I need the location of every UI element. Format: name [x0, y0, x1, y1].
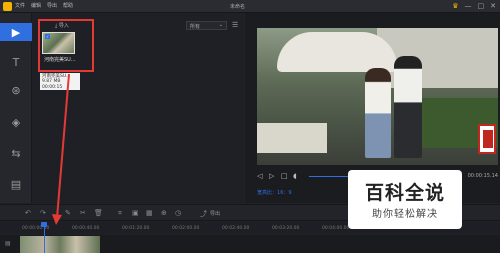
video-person-woman [365, 68, 391, 158]
playhead-handle[interactable] [41, 222, 47, 227]
delete-icon[interactable]: 🗑 [94, 209, 103, 217]
tick-label: 00:02:40.00 [222, 226, 250, 231]
left-toolbar: ▶ T ⊛ ◈ ⇆ ▤ [0, 13, 32, 203]
filter-dropdown[interactable]: 所有 ⌄ [186, 21, 227, 30]
video-table [257, 123, 327, 153]
overlay-icon[interactable]: ◈ [6, 113, 26, 131]
stop-icon[interactable]: □ [281, 172, 288, 180]
export-icon[interactable]: ⤴ [200, 209, 207, 219]
element-icon[interactable]: ▤ [6, 175, 26, 193]
app-window: 文件 编辑 导出 帮助 未命名 ♛ — □ ✕ ▶ T ⊛ ◈ ⇆ ▤ ⤓ 导入… [0, 0, 500, 253]
annotation-highlight-box [38, 19, 94, 72]
media-icon[interactable]: ▶ [0, 23, 32, 41]
close-button[interactable]: ✕ [490, 1, 496, 11]
tooltip-duration: 00:00:15 [42, 84, 63, 90]
mosaic-icon[interactable]: ▦ [146, 209, 153, 217]
split-icon[interactable]: ✂ [80, 209, 86, 217]
menu-bar: 文件 编辑 导出 帮助 [15, 2, 73, 9]
watermark-subtitle: 助你轻松解决 [372, 209, 438, 220]
video-preview [257, 28, 498, 165]
filter-value: 所有 [190, 24, 201, 30]
film-icon: ▤ [5, 240, 11, 247]
watermark-badge: 百科全说 助你轻松解决 [348, 170, 462, 229]
zoom-icon[interactable]: ⊕ [161, 209, 167, 217]
export-label[interactable]: 导出 [210, 210, 220, 217]
redo-icon[interactable]: ↷ [40, 209, 46, 217]
tick-label: 00:04:00.00 [322, 226, 350, 231]
tick-label: 00:02:00.00 [172, 226, 200, 231]
menu-help[interactable]: 帮助 [63, 2, 73, 9]
transition-icon[interactable]: ⇆ [6, 144, 26, 162]
play-icon[interactable]: ▷ [269, 172, 274, 180]
timeline-clip[interactable] [20, 236, 100, 253]
total-time: 00:00:15.14 [467, 173, 498, 179]
chevron-down-icon: ⌄ [218, 22, 223, 28]
rewind-icon[interactable]: ◁ [257, 172, 262, 180]
aspect-ratio-value: 16：9 [277, 190, 292, 196]
clip-tooltip: 河南完美SU... 9.87 MB 00:00:15 [40, 73, 80, 90]
filter-icon[interactable]: ⊛ [6, 81, 26, 99]
text-icon[interactable]: T [6, 53, 26, 71]
video-logo [478, 124, 496, 154]
minimize-button[interactable]: — [465, 1, 472, 11]
window-controls: ♛ — □ ✕ [452, 1, 496, 11]
watermark-title: 百科全说 [364, 182, 445, 204]
window-title: 未命名 [230, 4, 246, 10]
duration-icon[interactable]: ◷ [175, 209, 181, 217]
pen-icon[interactable]: ✎ [65, 209, 71, 217]
undo-icon[interactable]: ↶ [25, 209, 31, 217]
aspect-ratio-label: 宽高比： [257, 190, 278, 196]
tick-label: 00:00:40.00 [72, 226, 100, 231]
video-logo-mark [483, 130, 493, 148]
playhead-line[interactable] [44, 223, 45, 253]
video-umbrella [277, 32, 397, 72]
crown-icon[interactable]: ♛ [452, 1, 458, 11]
menu-edit[interactable]: 编辑 [31, 2, 41, 9]
crop-icon[interactable]: ⌗ [118, 209, 122, 218]
list-view-icon[interactable]: ☰ [232, 21, 238, 29]
menu-file[interactable]: 文件 [15, 2, 25, 9]
title-bar: 文件 编辑 导出 帮助 未命名 ♛ — □ ✕ [0, 0, 500, 13]
video-track: ▤ [0, 235, 500, 253]
menu-export[interactable]: 导出 [47, 2, 57, 9]
app-logo [3, 2, 12, 11]
tick-label: 00:01:20.00 [122, 226, 150, 231]
volume-icon[interactable]: ◖ [293, 172, 297, 180]
freeze-icon[interactable]: ▣ [132, 209, 139, 217]
tick-label: 00:03:20.00 [272, 226, 300, 231]
video-person-man [394, 56, 422, 158]
aspect-ratio[interactable]: 宽高比：16：9 [257, 189, 292, 196]
maximize-button[interactable]: □ [478, 1, 485, 11]
